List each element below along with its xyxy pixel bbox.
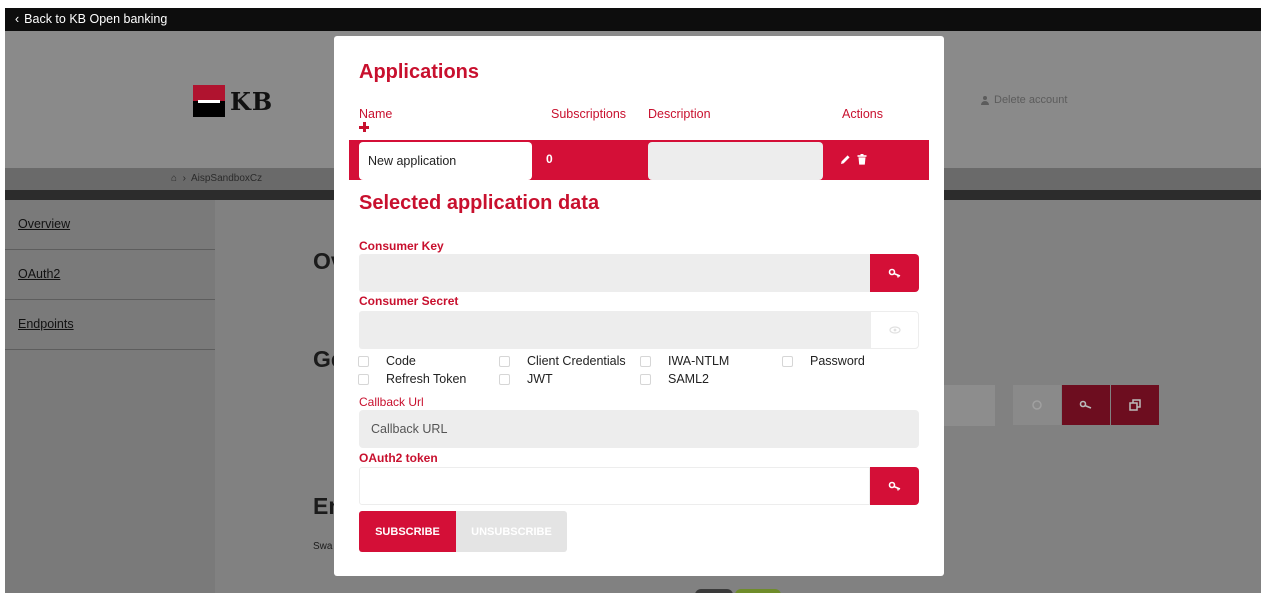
callback-url-input[interactable]	[359, 410, 919, 448]
application-subscriptions-cell: 0	[546, 152, 553, 166]
grant-client-credentials-checkbox[interactable]: Client Credentials	[499, 354, 626, 368]
pencil-icon[interactable]	[840, 154, 851, 165]
background-key-button	[1062, 385, 1110, 425]
grant-iwa-ntlm-checkbox[interactable]: IWA-NTLM	[640, 354, 729, 368]
key-icon	[1079, 400, 1092, 409]
applications-modal: Applications Name Subscriptions Descript…	[334, 36, 944, 576]
column-header-subscriptions: Subscriptions	[551, 107, 627, 121]
checkbox-box[interactable]	[358, 355, 369, 367]
trash-icon[interactable]	[857, 153, 867, 165]
add-application-plus-icon[interactable]	[359, 122, 369, 132]
top-bar: ‹ Back to KB Open banking	[5, 8, 1261, 31]
column-header-actions: Actions	[842, 107, 883, 121]
grant-refresh-token-checkbox[interactable]: Refresh Token	[358, 372, 466, 386]
consumer-key-field[interactable]	[359, 254, 870, 292]
eye-icon	[888, 326, 901, 334]
oauth2-token-label: OAuth2 token	[359, 451, 438, 465]
modal-title: Applications	[359, 61, 480, 83]
background-input	[935, 385, 995, 426]
grant-jwt-checkbox[interactable]: JWT	[499, 372, 553, 386]
application-description-cell[interactable]	[648, 142, 823, 180]
sidebar: Overview OAuth2 Endpoints	[5, 200, 215, 593]
back-link[interactable]: ‹ Back to KB Open banking	[15, 12, 167, 26]
application-row[interactable]: New application 0	[349, 140, 929, 180]
key-icon	[888, 481, 900, 491]
kb-logo[interactable]: KB	[193, 85, 273, 117]
unsubscribe-button[interactable]: UNSUBSCRIBE	[456, 511, 567, 552]
chevron-right-icon: ›	[179, 173, 189, 184]
breadcrumb-current[interactable]: AispSandboxCz	[191, 173, 262, 184]
delete-account-link[interactable]: Delete account	[980, 94, 1067, 106]
grant-code-checkbox[interactable]: Code	[358, 354, 416, 368]
background-copy-button	[1013, 385, 1061, 425]
consumer-secret-field[interactable]	[359, 311, 870, 349]
circle-icon	[1032, 400, 1042, 410]
kb-logo-text: KB	[230, 86, 274, 116]
status-pill-green	[735, 589, 781, 593]
checkbox-box[interactable]	[358, 373, 369, 385]
key-icon	[888, 268, 900, 278]
grant-password-checkbox[interactable]: Password	[782, 354, 865, 368]
show-secret-button[interactable]	[870, 311, 919, 349]
generate-oauth2-token-button[interactable]	[870, 467, 919, 505]
checkbox-box[interactable]	[782, 355, 793, 367]
sidebar-item-overview[interactable]: Overview	[5, 200, 215, 250]
selected-application-title: Selected application data	[359, 192, 600, 214]
window-icon	[1129, 399, 1141, 411]
application-name-cell[interactable]: New application	[359, 142, 532, 180]
swagger-text: Swa	[313, 541, 333, 552]
chevron-left-icon: ‹	[15, 12, 20, 26]
application-actions	[840, 140, 867, 178]
column-header-name: Name	[359, 107, 393, 121]
background-window-button	[1111, 385, 1159, 425]
column-header-description: Description	[648, 107, 711, 121]
subscribe-button[interactable]: SUBSCRIBE	[359, 511, 456, 552]
consumer-key-label: Consumer Key	[359, 239, 444, 253]
callback-url-label: Callback Url	[359, 395, 424, 409]
oauth2-token-field[interactable]	[359, 467, 870, 505]
home-icon[interactable]: ⌂	[171, 173, 177, 184]
user-icon	[980, 95, 990, 105]
kb-logo-mark	[193, 85, 225, 117]
sidebar-item-endpoints[interactable]: Endpoints	[5, 300, 215, 350]
sidebar-item-oauth2[interactable]: OAuth2	[5, 250, 215, 300]
grant-saml2-checkbox[interactable]: SAML2	[640, 372, 709, 386]
status-pill-dark	[695, 589, 733, 593]
consumer-secret-label: Consumer Secret	[359, 294, 459, 308]
checkbox-box[interactable]	[499, 373, 510, 385]
checkbox-box[interactable]	[640, 373, 651, 385]
generate-consumer-key-button[interactable]	[870, 254, 919, 292]
checkbox-box[interactable]	[499, 355, 510, 367]
checkbox-box[interactable]	[640, 355, 651, 367]
